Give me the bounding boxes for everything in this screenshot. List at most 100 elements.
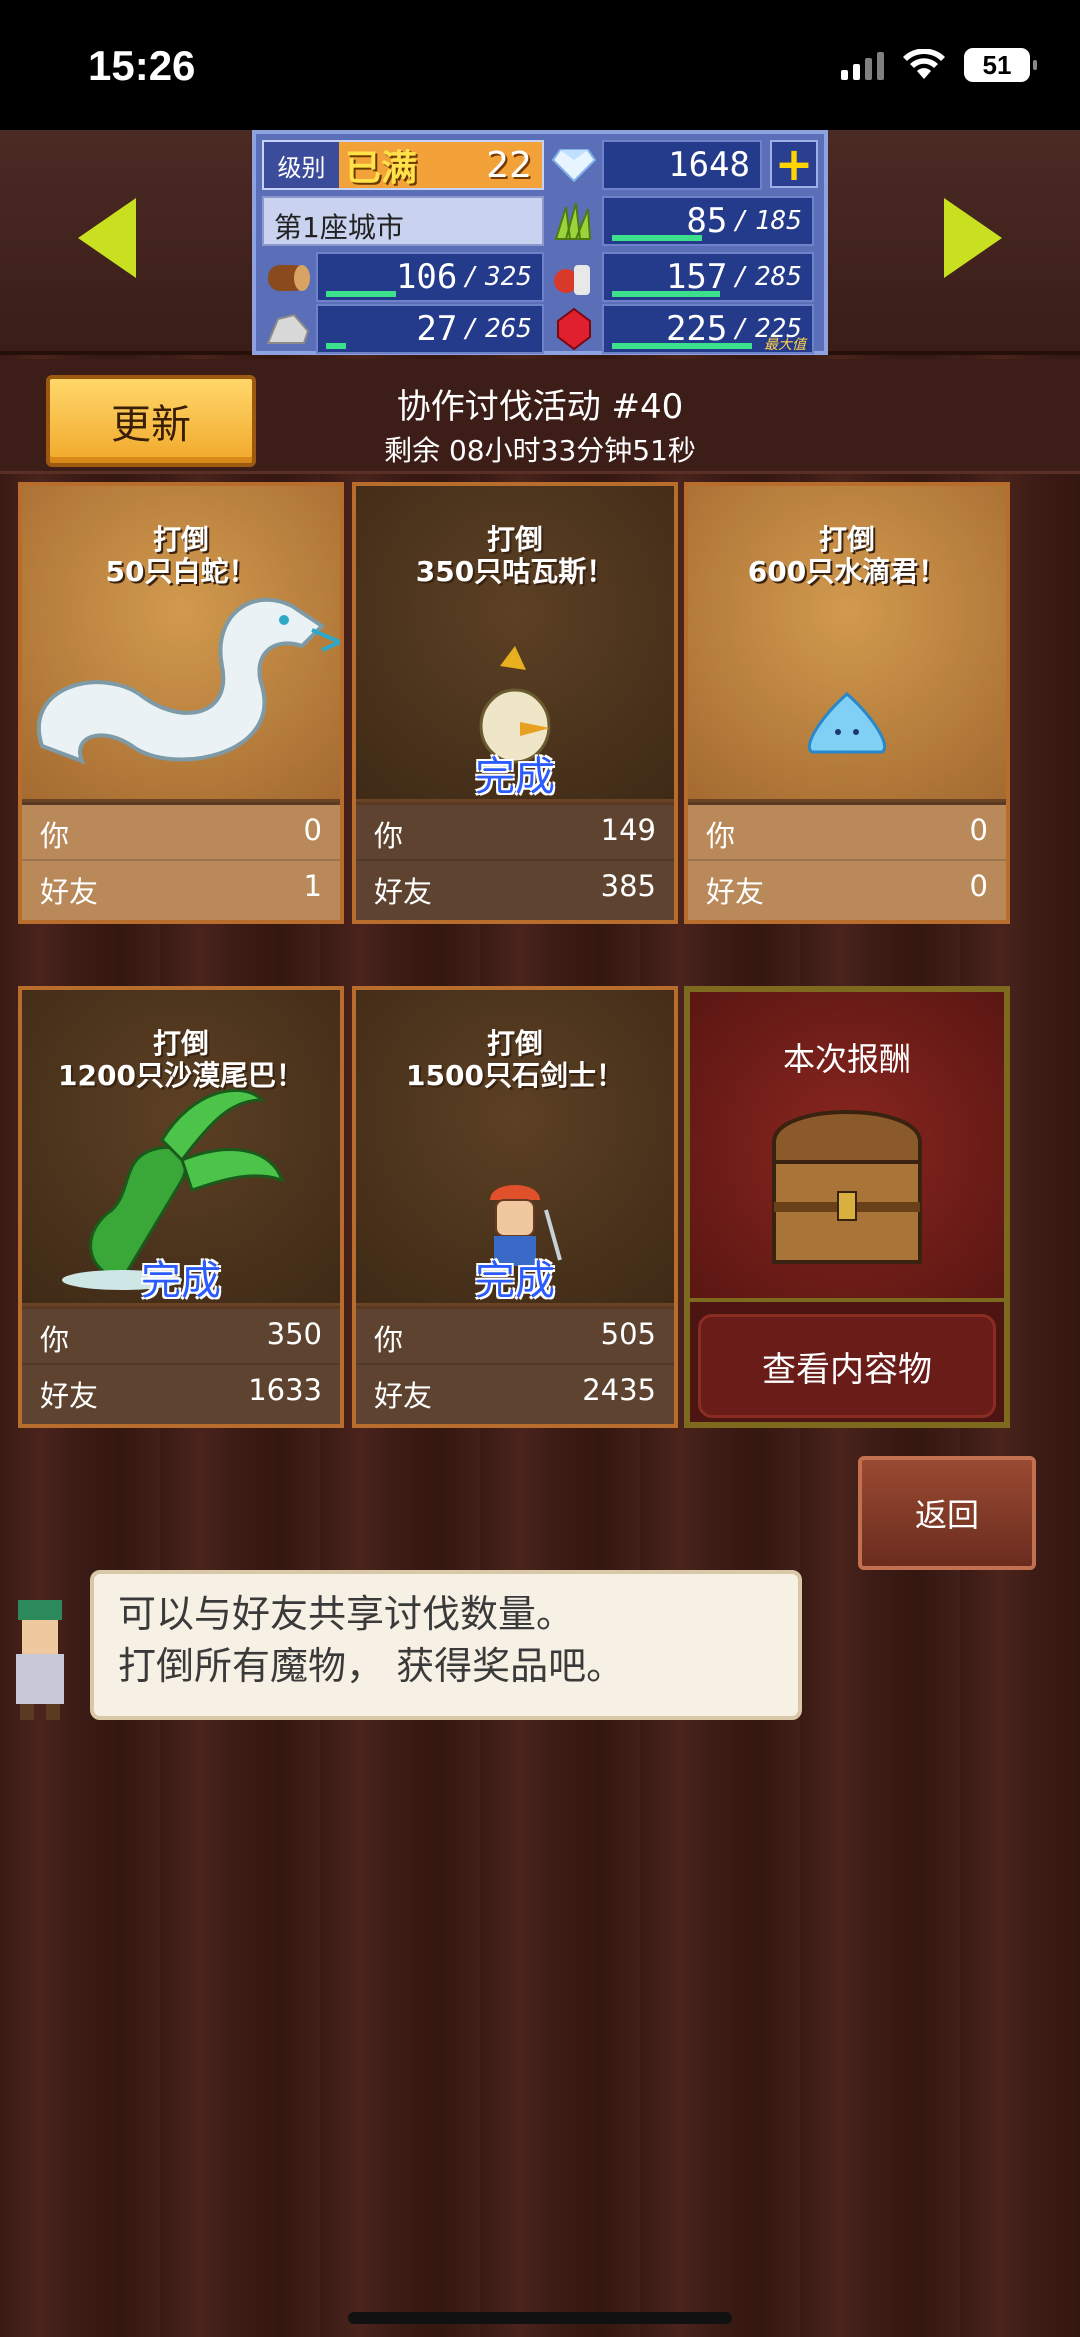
refresh-button[interactable]: 更新 xyxy=(46,375,256,467)
quest-goal: 打倒 50只白蛇！ xyxy=(105,523,257,588)
city-name: 第1座城市 xyxy=(262,196,544,246)
quest-art: 打倒 1200只沙漠尾巴！ 完成 xyxy=(22,990,340,1306)
ruby-max-tag: 最大值 xyxy=(764,337,806,353)
completed-label: 完成 xyxy=(475,754,555,800)
status-time: 15:26 xyxy=(88,42,196,89)
game-screen: 级别 已满 22 1648 + 第1座城市 85 / 185 106 / 325… xyxy=(0,130,1080,2337)
stat-row-friends: 好友 385 xyxy=(356,859,674,913)
event-title: 协作讨伐活动 #40 xyxy=(396,387,684,427)
status-icons: 51 xyxy=(841,48,1037,82)
level-box: 级别 已满 22 xyxy=(262,140,544,190)
status-bar: 15:26 51 xyxy=(0,0,1080,130)
stat-row-you: 你0 xyxy=(22,805,340,859)
reward-preview: 本次报酬 xyxy=(690,992,1004,1302)
view-contents-button[interactable]: 查看内容物 xyxy=(698,1314,996,1418)
gems-value: 1648 xyxy=(668,145,750,185)
completed-label: 完成 xyxy=(141,1258,221,1304)
friends-count: 2435 xyxy=(582,1373,656,1407)
quest-stats: 你0 好友 0 xyxy=(688,805,1006,920)
you-count: 0 xyxy=(303,813,322,847)
grass-icon xyxy=(548,196,600,246)
friends-count: 1 xyxy=(303,869,322,903)
next-city-arrow-icon[interactable] xyxy=(944,198,1002,278)
stat-row-you: 你0 xyxy=(688,805,1006,859)
quest-goal: 打倒 350只咕瓦斯！ xyxy=(415,523,615,588)
home-indicator[interactable] xyxy=(348,2312,732,2324)
reward-panel: 本次报酬 查看内容物 xyxy=(684,986,1010,1428)
tip-message: 可以与好友共享讨伐数量。 打倒所有魔物， 获得奖品吧。 xyxy=(90,1570,802,1720)
ruby-value-box: 225 / 225 最大值 xyxy=(602,304,814,354)
back-button[interactable]: 返回 xyxy=(858,1456,1036,1570)
level-label: 级别 xyxy=(277,153,326,182)
quest-stats: 你 149 好友 385 xyxy=(356,805,674,920)
stone-current: 27 xyxy=(416,309,458,349)
friends-count: 1633 xyxy=(248,1373,322,1407)
quest-card-chicken[interactable]: 打倒 350只咕瓦斯！ 完成 你 149 好友 385 xyxy=(352,482,678,924)
stone-bar xyxy=(326,343,346,349)
you-count: 505 xyxy=(600,1317,656,1351)
stat-row-you: 你 505 xyxy=(356,1309,674,1363)
event-header: 更新 协作讨伐活动 #40 剩余 08小时33分钟51秒 xyxy=(0,359,1080,474)
stone-value-box: 27 / 265 xyxy=(316,304,544,354)
prev-city-arrow-icon[interactable] xyxy=(78,198,136,278)
wood-value-box: 106 / 325 xyxy=(316,252,544,302)
stat-row-you: 你 350 xyxy=(22,1309,340,1363)
wood-bar xyxy=(326,291,396,297)
resource-header: 级别 已满 22 1648 + 第1座城市 85 / 185 106 / 325… xyxy=(0,130,1080,355)
water-drop-monster-icon xyxy=(807,692,887,754)
stat-row-friends: 好友 2435 xyxy=(356,1363,674,1417)
quest-card-water-drop[interactable]: 打倒 600只水滴君！ 你0 好友 0 xyxy=(684,482,1010,924)
stat-row-you: 你 149 xyxy=(356,805,674,859)
add-gems-button[interactable]: + xyxy=(770,140,818,188)
resource-panel: 级别 已满 22 1648 + 第1座城市 85 / 185 106 / 325… xyxy=(252,130,828,355)
gems-value-box: 1648 xyxy=(602,140,762,190)
stat-row-friends: 好友 1633 xyxy=(22,1363,340,1417)
level-value: 22 xyxy=(486,144,532,186)
quest-art: 打倒 1500只石剑士！ 完成 xyxy=(356,990,674,1306)
food-capacity: 285 xyxy=(755,262,802,292)
level-max-badge: 已满 xyxy=(345,148,418,189)
quest-stats: 你0 好友 1 xyxy=(22,805,340,920)
stone-capacity: 265 xyxy=(485,314,532,344)
you-count: 149 xyxy=(600,813,656,847)
wood-capacity: 325 xyxy=(485,262,532,292)
wifi-icon xyxy=(903,49,945,79)
treasure-chest-icon xyxy=(772,1110,922,1264)
food-bar xyxy=(612,291,720,297)
quest-goal: 打倒 1200只沙漠尾巴！ xyxy=(58,1027,304,1092)
ruby-bar xyxy=(612,343,752,349)
grass-bar xyxy=(612,235,702,241)
diamond-icon xyxy=(548,140,600,190)
you-count: 350 xyxy=(266,1317,322,1351)
tip-line-1: 可以与好友共享讨伐数量。 xyxy=(118,1592,575,1636)
event-remaining-time: 剩余 08小时33分钟51秒 xyxy=(384,434,696,467)
friends-count: 385 xyxy=(600,869,656,903)
friends-count: 0 xyxy=(969,869,988,903)
quest-stats: 你 350 好友 1633 xyxy=(22,1309,340,1424)
battery-indicator: 51 xyxy=(964,48,1037,82)
tip-line-2: 打倒所有魔物， 获得奖品吧。 xyxy=(118,1644,625,1688)
grass-value-box: 85 / 185 xyxy=(602,196,814,246)
quest-goal: 打倒 600只水滴君！ xyxy=(747,523,947,588)
completed-label: 完成 xyxy=(475,1258,555,1304)
you-count: 0 xyxy=(969,813,988,847)
stat-row-friends: 好友 1 xyxy=(22,859,340,913)
guide-character-icon xyxy=(16,1600,64,1720)
quest-card-stone-swordsman[interactable]: 打倒 1500只石剑士！ 完成 你 505 好友 2435 xyxy=(352,986,678,1428)
stat-row-friends: 好友 0 xyxy=(688,859,1006,913)
stone-icon xyxy=(262,304,314,354)
quest-art: 打倒 50只白蛇！ xyxy=(22,486,340,802)
cellular-signal-icon xyxy=(841,50,884,80)
wood-current: 106 xyxy=(395,257,458,297)
reward-title: 本次报酬 xyxy=(782,1040,911,1078)
quest-art: 打倒 350只咕瓦斯！ 完成 xyxy=(356,486,674,802)
quest-goal: 打倒 1500只石剑士！ xyxy=(406,1027,624,1092)
wood-icon xyxy=(262,252,314,302)
quest-card-desert-tail[interactable]: 打倒 1200只沙漠尾巴！ 完成 你 350 好友 1633 xyxy=(18,986,344,1428)
quest-stats: 你 505 好友 2435 xyxy=(356,1309,674,1424)
grass-capacity: 185 xyxy=(755,206,802,236)
food-icon xyxy=(548,252,600,302)
quest-card-white-snake[interactable]: 打倒 50只白蛇！ 你0 好友 1 xyxy=(18,482,344,924)
food-value-box: 157 / 285 xyxy=(602,252,814,302)
quest-art: 打倒 600只水滴君！ xyxy=(688,486,1006,802)
